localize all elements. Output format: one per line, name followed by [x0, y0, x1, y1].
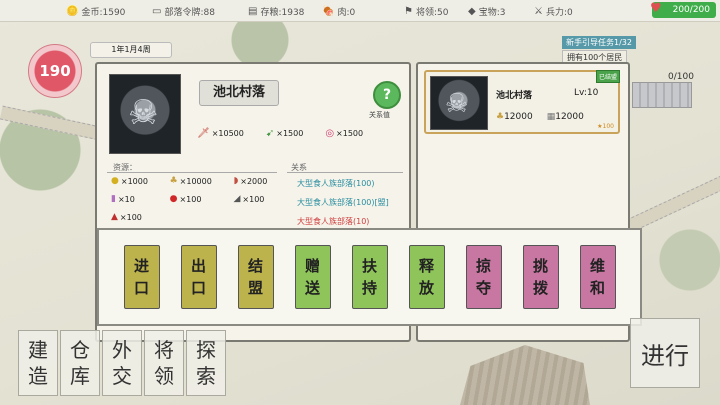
card-value: ♣12000	[496, 112, 533, 122]
sword-icon: 🗡	[197, 128, 210, 139]
tribe-token-icon: ▭	[152, 6, 162, 17]
village-name: 池北村落	[199, 80, 279, 106]
wheat-icon: ♣	[496, 112, 505, 122]
gift-button[interactable]: 赠送	[294, 245, 331, 309]
treasure-resource: ◆ 宝物:3	[468, 6, 506, 18]
peacekeep-button[interactable]: 维和	[579, 245, 616, 309]
village-card-name: 池北村落	[496, 91, 533, 101]
heart-icon: ♥	[650, 1, 662, 16]
export-button[interactable]: 出口	[180, 245, 217, 309]
divider	[107, 172, 277, 173]
gold-resource: 🪙 金币:1590	[66, 6, 126, 18]
ally-button[interactable]: 结盟	[237, 245, 274, 309]
token-resource: ▭ 部落令牌:88	[152, 6, 215, 18]
warehouse-button[interactable]: 仓库	[60, 330, 100, 396]
quest-title[interactable]: 新手引导任务1/32	[562, 36, 636, 49]
meat-icon: 🍖	[322, 6, 335, 17]
alliance-tag: 已结盟	[595, 70, 620, 83]
swirl-icon: ◎	[325, 128, 335, 139]
diplomacy-action-tray: 进口 出口 结盟 赠送 扶持 释放 掠夺 挑拨 维和	[97, 228, 642, 326]
attack-stat: 🗡 ×10500	[197, 128, 244, 139]
import-button[interactable]: 进口	[123, 245, 160, 309]
map-building	[632, 82, 692, 108]
resource-list: ● ×1000 ♣ ×10000 ◗ ×2000 ▮ ×10 ● ×100 ◢ ×100 ▲…	[111, 176, 281, 222]
village-portrait: ☠	[109, 74, 181, 154]
village-card-values: ♣12000 ▦12000	[496, 112, 584, 122]
diplomacy-button[interactable]: 外交	[102, 330, 142, 396]
bow-icon: ➹	[265, 128, 275, 139]
health-bar: ♥ 200/200	[650, 1, 716, 18]
meat-resource: 🍖 肉:0	[322, 6, 356, 18]
generals-button[interactable]: 将领	[144, 330, 184, 396]
relation-list: 大型食人族部落(100) 大型食人族部落(100)[盟] 大型食人族部落(10)	[297, 174, 389, 231]
village-card-stars: ★100	[597, 123, 614, 130]
troops-icon: ⚔	[534, 6, 543, 17]
explore-button[interactable]: 探索	[186, 330, 226, 396]
generals-resource: ⚑ 将领:50	[404, 6, 449, 18]
resource-item: ● ×100	[169, 194, 202, 204]
gold-icon: ●	[111, 176, 119, 186]
gold-coins-icon: 🪙	[66, 6, 79, 17]
village-card-level: Lv:10	[574, 88, 599, 98]
relation-label: 关系值	[369, 111, 390, 119]
resource-item: ♣ ×10000	[169, 176, 212, 186]
relation-help-button[interactable]: ?	[373, 81, 401, 109]
resource-item: ▲ ×100	[111, 212, 142, 222]
grain-icon: ▤	[248, 6, 258, 17]
range-stat: ➹ ×1500	[265, 128, 304, 139]
village-card[interactable]: ☠ 池北村落 Lv:10 已结盟 ♣12000 ▦12000 ★100	[424, 70, 620, 134]
treasure-icon: ◆	[468, 6, 476, 17]
pot-icon: ▲	[111, 212, 118, 222]
provoke-button[interactable]: 挑拨	[522, 245, 559, 309]
apple-icon: ●	[169, 194, 178, 204]
resource-item: ▮ ×10	[111, 194, 135, 204]
proceed-button[interactable]: 进行	[630, 318, 700, 388]
stone-icon: ▦	[546, 112, 556, 122]
flag-icon: ⚑	[404, 6, 413, 17]
quest-progress: 0/100	[668, 72, 694, 82]
divider	[287, 172, 403, 173]
token-icon: ▮	[111, 194, 116, 204]
skeleton-icon: ☠	[445, 89, 469, 119]
plunder-button[interactable]: 掠夺	[465, 245, 502, 309]
village-stats: 🗡 ×10500 ➹ ×1500 ◎ ×1500	[197, 128, 363, 139]
resource-bar: 🪙 金币:1590 ▭ 部落令牌:88 ▤ 存粮:1938 🍖 肉:0 ⚑ 将领:50 ◆…	[0, 0, 720, 22]
wheat-icon: ♣	[169, 176, 178, 186]
release-button[interactable]: 释放	[408, 245, 445, 309]
skeleton-icon: ☠	[128, 93, 159, 133]
support-button[interactable]: 扶持	[351, 245, 388, 309]
player-level-badge[interactable]: 190	[28, 44, 82, 98]
resource-item: ◗ ×2000	[233, 176, 268, 186]
grain-resource: ▤ 存粮:1938	[248, 6, 305, 18]
meat-icon: ◗	[233, 176, 239, 186]
magic-stat: ◎ ×1500	[325, 128, 364, 139]
troops-resource: ⚔ 兵力:0	[534, 6, 573, 18]
resource-item: ◢ ×100	[233, 194, 265, 204]
resource-item: ● ×1000	[111, 176, 148, 186]
build-button[interactable]: 建造	[18, 330, 58, 396]
game-date: 1年1月4周	[90, 42, 172, 58]
relation-item: 大型食人族部落(100)	[297, 179, 375, 188]
village-card-portrait: ☠	[430, 76, 488, 130]
card-value: ▦12000	[546, 112, 584, 122]
relation-item: 大型食人族部落(100)[盟]	[297, 198, 389, 207]
cloth-icon: ◢	[233, 194, 241, 204]
